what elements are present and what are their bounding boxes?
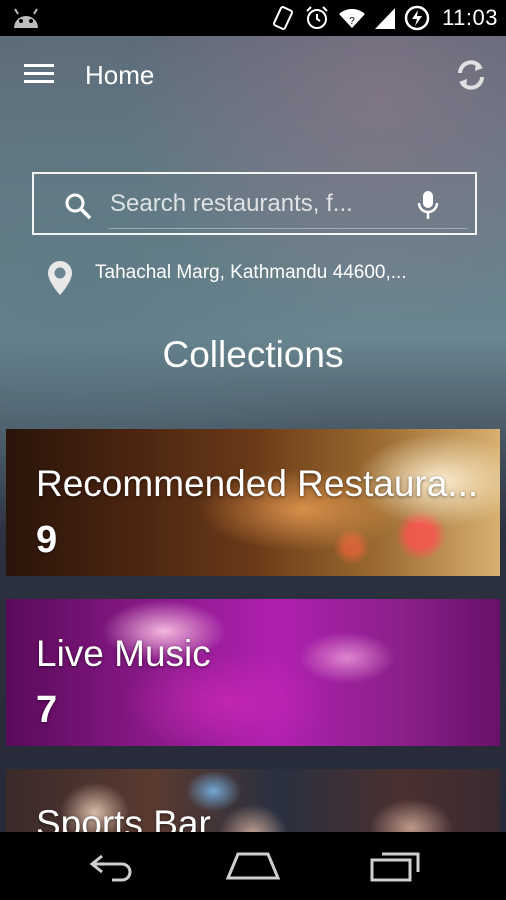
back-icon[interactable]: [88, 850, 138, 882]
page-title: Home: [85, 60, 155, 90]
collection-card-title: Live Music: [36, 633, 211, 674]
microphone-icon[interactable]: [417, 190, 439, 220]
collection-card-sports-bar[interactable]: Sports Bar: [6, 769, 500, 832]
collection-card-title: Recommended Restaura...: [36, 463, 479, 504]
app-content: Home Tahachal Marg, Kathmandu 44600,... …: [0, 36, 506, 832]
status-time: 11:03: [442, 5, 498, 30]
collection-card-live-music[interactable]: Live Music 7: [6, 599, 500, 746]
refresh-icon[interactable]: [452, 56, 490, 94]
search-input[interactable]: [110, 186, 390, 222]
location-row[interactable]: Tahachal Marg, Kathmandu 44600,...: [46, 258, 476, 298]
search-box[interactable]: [32, 172, 477, 235]
location-text: Tahachal Marg, Kathmandu 44600,...: [95, 262, 407, 283]
android-icon: [14, 8, 38, 28]
collection-card-count: 7: [36, 689, 58, 731]
svg-text:?: ?: [349, 16, 355, 27]
vibrate-icon: [273, 6, 294, 30]
search-icon: [65, 193, 92, 220]
recents-icon[interactable]: [370, 850, 422, 882]
collection-card-count: 9: [36, 519, 58, 561]
status-bar: ? 11:03: [0, 0, 506, 36]
collection-card-recommended[interactable]: Recommended Restaura... 9: [6, 429, 500, 576]
alarm-icon: [306, 6, 328, 29]
collection-card-title: Sports Bar: [36, 803, 211, 832]
battery-charging-icon: [404, 5, 430, 31]
collections-heading: Collections: [162, 334, 344, 375]
location-pin-icon: [48, 261, 72, 295]
system-nav-bar: [0, 832, 506, 900]
home-icon[interactable]: [226, 850, 280, 882]
wifi-icon: ?: [339, 8, 366, 28]
hamburger-menu-icon[interactable]: [24, 64, 54, 86]
signal-icon: [375, 8, 396, 29]
search-underline: [108, 228, 468, 229]
toolbar: Home: [0, 36, 506, 116]
